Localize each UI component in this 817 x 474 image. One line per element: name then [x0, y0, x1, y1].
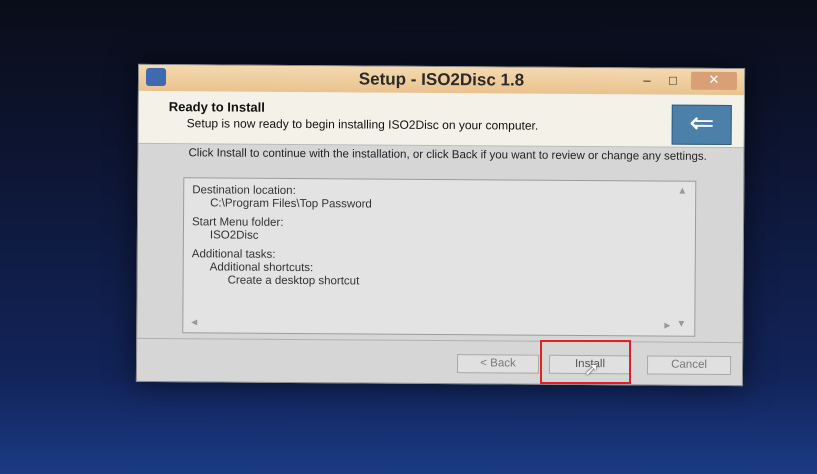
shortcut-item: Create a desktop shortcut — [227, 274, 360, 288]
tasks-label: Additional tasks: — [191, 248, 276, 261]
close-button[interactable]: ✕ — [690, 71, 738, 91]
install-arrow-icon: ⇐ — [671, 104, 732, 146]
destination-value: C:\Program Files\Top Password — [210, 197, 372, 211]
scroll-down-icon[interactable]: ▼ — [676, 319, 686, 330]
scroll-left-icon[interactable]: ◄ — [189, 317, 199, 328]
destination-label: Destination location: — [192, 184, 296, 197]
page-subtitle: Setup is now ready to begin installing I… — [186, 116, 539, 133]
minimize-button[interactable]: – — [636, 72, 658, 88]
maximize-button[interactable]: □ — [662, 73, 684, 89]
scroll-up-icon[interactable]: ▲ — [677, 186, 687, 197]
install-summary-box[interactable]: Destination location: C:\Program Files\T… — [182, 177, 697, 337]
scroll-right-icon[interactable]: ► — [662, 321, 672, 332]
start-menu-label: Start Menu folder: — [191, 216, 284, 229]
page-title: Ready to Install — [168, 99, 265, 115]
back-button[interactable]: < Back — [456, 354, 540, 374]
cancel-button[interactable]: Cancel — [646, 355, 732, 376]
start-menu-value: ISO2Disc — [209, 229, 259, 242]
footer-divider — [137, 337, 743, 344]
mouse-cursor-icon: ➚ — [584, 359, 600, 379]
setup-window: Setup - ISO2Disc 1.8 – □ ✕ Ready to Inst… — [135, 63, 746, 387]
shortcuts-label: Additional shortcuts: — [209, 261, 314, 275]
wizard-header: Ready to Install Setup is now ready to b… — [138, 90, 744, 149]
instruction-text: Click Install to continue with the insta… — [188, 147, 707, 163]
